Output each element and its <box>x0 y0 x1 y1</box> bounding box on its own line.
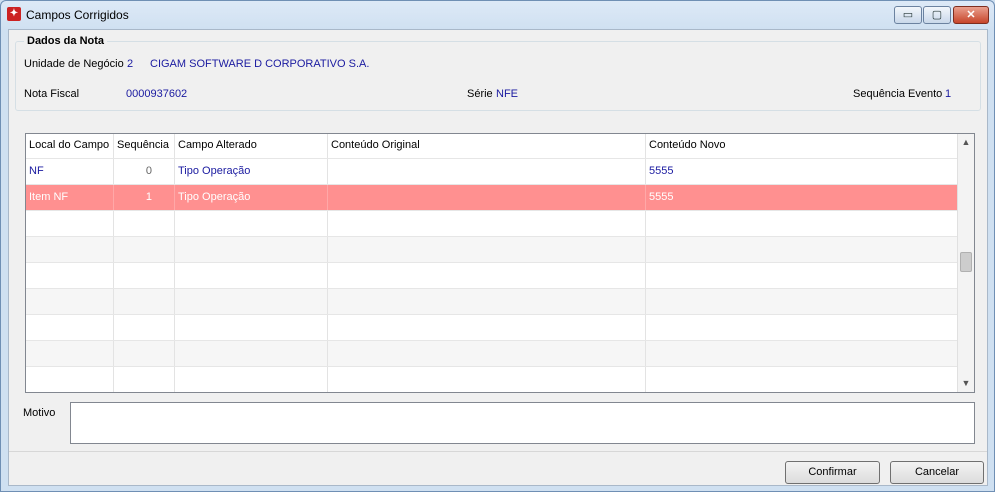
grid-header: Local do Campo Sequência Campo Alterado … <box>26 134 958 158</box>
dialog-client-area: Dados da Nota Unidade de Negócio 2 CIGAM… <box>8 29 988 486</box>
motivo-label: Motivo <box>23 407 56 419</box>
cell-local: NF <box>26 159 114 184</box>
campos-grid[interactable]: Local do Campo Sequência Campo Alterado … <box>25 133 975 393</box>
unidade-label: Unidade de Negócio <box>24 58 124 70</box>
empty-row <box>26 210 958 236</box>
empty-row <box>26 314 958 340</box>
window-title: Campos Corrigidos <box>26 8 129 22</box>
sequencia-evento-value: 1 <box>945 88 952 100</box>
cell-conteudo-novo: 5555 <box>649 165 674 177</box>
cell-conteudo-original <box>328 159 646 184</box>
table-row-selected[interactable]: Item NF 1 Tipo Operação 5555 <box>26 184 958 210</box>
cancelar-button[interactable]: Cancelar <box>890 461 984 484</box>
cell-campo-alterado: Tipo Operação <box>175 185 328 210</box>
scroll-up-icon[interactable]: ▲ <box>958 134 974 150</box>
footer-divider <box>9 451 987 452</box>
column-header-conteudo-novo[interactable]: Conteúdo Novo <box>646 134 958 158</box>
grid-vertical-scrollbar[interactable]: ▲ ▼ <box>957 134 974 392</box>
cell-sequencia: 0 <box>114 159 175 184</box>
nota-fiscal-value: 0000937602 <box>126 88 188 100</box>
unidade-code-value: 2 <box>127 58 134 70</box>
cell-campo-alterado: Tipo Operação <box>175 159 328 184</box>
empty-row <box>26 236 958 262</box>
column-header-sequencia[interactable]: Sequência <box>114 134 175 158</box>
column-header-campo-alterado[interactable]: Campo Alterado <box>175 134 328 158</box>
empty-row <box>26 340 958 366</box>
empty-row <box>26 262 958 288</box>
empty-row <box>26 288 958 314</box>
serie-label: Série <box>467 88 493 100</box>
cell-conteudo-novo: 5555 <box>649 191 674 203</box>
group-title: Dados da Nota <box>24 35 108 47</box>
cell-sequencia: 1 <box>114 185 175 210</box>
app-logo-icon: ✦ <box>7 7 21 21</box>
column-header-conteudo-original[interactable]: Conteúdo Original <box>328 134 646 158</box>
sequencia-evento-label: Sequência Evento <box>853 88 943 100</box>
serie-value: NFE <box>496 88 518 100</box>
maximize-button[interactable]: ▢ <box>923 6 951 24</box>
minimize-button[interactable]: ▭ <box>894 6 922 24</box>
scroll-thumb[interactable] <box>960 252 972 272</box>
close-button[interactable]: ✕ <box>953 6 989 24</box>
motivo-input[interactable] <box>70 402 975 444</box>
confirmar-button[interactable]: Confirmar <box>785 461 880 484</box>
cell-local: Item NF <box>26 185 114 210</box>
nota-fiscal-label: Nota Fiscal <box>24 88 80 100</box>
scroll-down-icon[interactable]: ▼ <box>958 375 974 391</box>
title-bar[interactable]: ✦ Campos Corrigidos ▭ ▢ ✕ <box>1 1 994 29</box>
unidade-name-value: CIGAM SOFTWARE D CORPORATIVO S.A. <box>150 58 370 70</box>
cell-conteudo-original <box>328 185 646 210</box>
column-header-local[interactable]: Local do Campo <box>26 134 114 158</box>
campos-corrigidos-window: ✦ Campos Corrigidos ▭ ▢ ✕ Dados da Nota … <box>0 0 995 492</box>
table-row[interactable]: NF 0 Tipo Operação 5555 <box>26 158 958 184</box>
empty-row <box>26 366 958 392</box>
dados-da-nota-group: Dados da Nota Unidade de Negócio 2 CIGAM… <box>15 35 981 111</box>
